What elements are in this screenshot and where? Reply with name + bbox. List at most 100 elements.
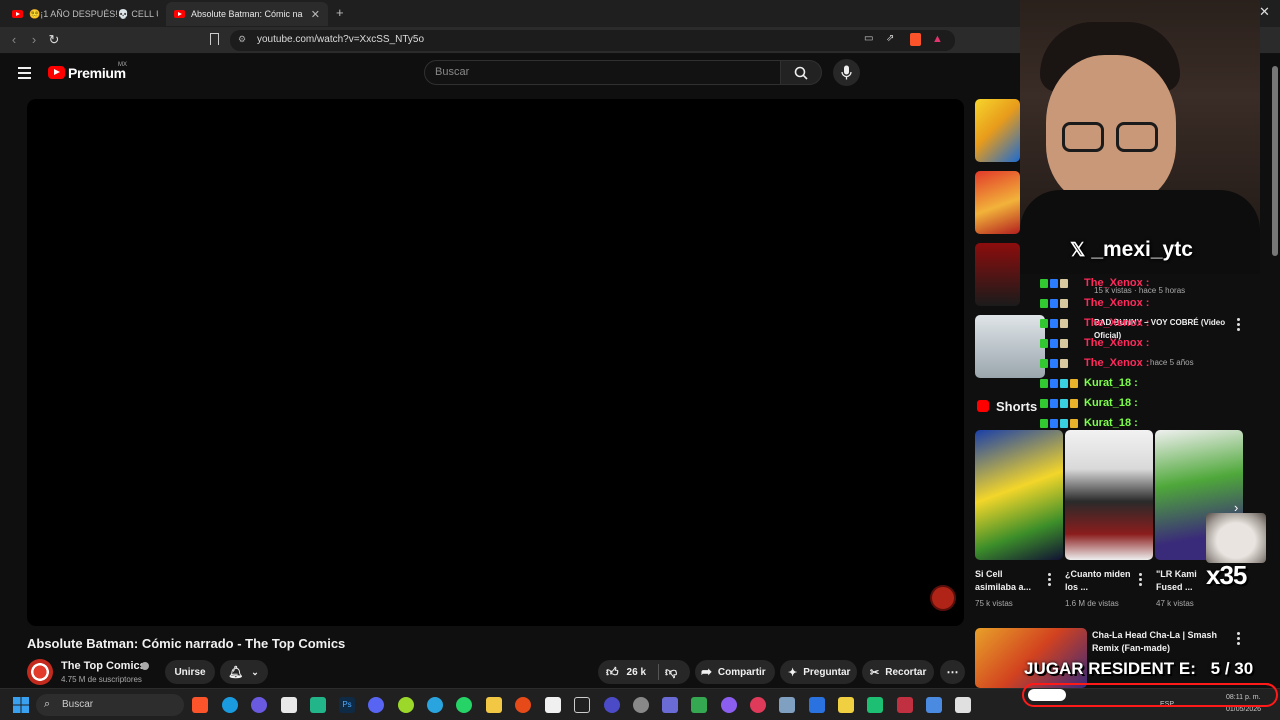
app-icon[interactable] (515, 697, 531, 713)
short-thumbnail[interactable] (1065, 430, 1153, 560)
channel-watermark-icon[interactable] (930, 585, 956, 611)
notifications-button[interactable]: 🔔︎ ⌄ (220, 660, 268, 684)
short-title[interactable]: Si Cell asimilaba a... (975, 568, 1045, 594)
short-views: 1.6 M de vistas (1065, 599, 1119, 608)
brave-browser-icon[interactable] (192, 697, 208, 713)
video-thumbnail[interactable] (975, 171, 1020, 234)
chat-line: The_Xenox : (1040, 294, 1149, 312)
join-button[interactable]: Unirse (165, 660, 215, 684)
menu-icon[interactable] (18, 64, 31, 82)
search-button[interactable] (781, 60, 822, 85)
more-icon[interactable] (1237, 632, 1240, 647)
app-icon[interactable] (545, 697, 561, 713)
chevron-down-icon: ⌄ (251, 666, 259, 677)
channel-avatar[interactable] (27, 659, 53, 685)
app-icon[interactable] (398, 697, 414, 713)
video-player[interactable] (27, 99, 964, 626)
photoshop-icon[interactable]: Ps (339, 697, 355, 713)
like-count[interactable]: 26 k (627, 667, 646, 678)
chat-badge-icon (1050, 338, 1058, 348)
share-button[interactable]: ➦ Compartir (695, 660, 775, 684)
dislike-icon[interactable]: 👎︎ (665, 665, 677, 680)
whatsapp-icon[interactable] (456, 697, 472, 713)
obs-icon[interactable] (633, 697, 649, 713)
video-thumbnail[interactable] (975, 99, 1020, 162)
app-icon[interactable] (721, 697, 737, 713)
bookmark-icon[interactable] (210, 33, 219, 45)
app-icon[interactable] (809, 697, 825, 713)
new-tab-button[interactable]: + (336, 5, 344, 20)
taskbar-search-input[interactable]: ⌕ Buscar (36, 694, 184, 716)
close-window-icon[interactable]: ✕ (1259, 4, 1270, 20)
app-icon[interactable] (926, 697, 942, 713)
clock-date[interactable]: 01/05/2026 (1226, 706, 1261, 713)
brave-shield-icon[interactable] (910, 33, 921, 46)
app-icon[interactable] (310, 697, 326, 713)
chat-username: The_Xenox : (1084, 277, 1150, 289)
close-tab-icon[interactable]: ✕ (311, 8, 320, 21)
forward-icon[interactable]: › (26, 32, 42, 47)
chat-badge-icon (1040, 278, 1048, 288)
short-thumbnail[interactable] (975, 430, 1063, 560)
share-page-icon[interactable]: ⇗ (886, 33, 894, 44)
chat-line: Kurat_18 : (1040, 374, 1138, 392)
tab-absolute-batman[interactable]: Absolute Batman: Cómic narrado ✕ (166, 2, 328, 26)
chat-badge-icon (1060, 318, 1068, 328)
goal-count: 5 / 30 (1210, 659, 1254, 678)
app-icon[interactable] (867, 697, 883, 713)
back-icon[interactable]: ‹ (6, 32, 22, 47)
chat-badge-icon (1070, 418, 1078, 428)
file-explorer-icon[interactable] (486, 697, 502, 713)
chat-badge-icon (1050, 318, 1058, 328)
like-icon[interactable]: 👍︎ (606, 665, 619, 680)
windows-start-icon[interactable] (13, 697, 29, 713)
more-icon[interactable] (1237, 318, 1240, 333)
chat-username: The_Xenox : (1084, 297, 1150, 309)
tab-cell-ultra[interactable]: 😵‍💫¡1 AÑO DESPUÉS!💀 CELL ULTRA (4, 2, 166, 26)
verified-icon (141, 662, 149, 670)
site-info-icon[interactable]: ⚙ (238, 34, 246, 45)
video-thumbnail[interactable] (975, 628, 1087, 688)
channel-name[interactable]: The Top Comics (61, 660, 146, 672)
chat-badge-icon (1060, 418, 1068, 428)
scrollbar-thumb[interactable] (1272, 66, 1278, 256)
app-icon[interactable] (955, 697, 971, 713)
chat-line: The_Xenox : (1040, 314, 1149, 332)
ask-button[interactable]: ✦ Preguntar (780, 660, 857, 684)
vivaldi-icon[interactable] (251, 697, 267, 713)
app-icon[interactable] (779, 697, 795, 713)
app-icon[interactable] (897, 697, 913, 713)
sticky-notes-icon[interactable] (838, 697, 854, 713)
url-field[interactable]: ⚙ youtube.com/watch?v=XxcSS_NTy5o ▭ ⇗ ▲ (230, 30, 955, 51)
more-actions-button[interactable]: ⋯ (940, 660, 965, 684)
telegram-icon[interactable] (427, 697, 443, 713)
page-scrollbar[interactable] (1270, 54, 1280, 688)
app-icon[interactable] (574, 697, 590, 713)
app-icon[interactable] (750, 697, 766, 713)
video-thumbnail[interactable] (975, 243, 1020, 306)
app-icon[interactable] (604, 697, 620, 713)
voice-search-button[interactable] (833, 59, 860, 86)
discord-icon[interactable] (368, 697, 384, 713)
edge-browser-icon[interactable] (222, 697, 238, 713)
chat-username: The_Xenox : (1084, 357, 1150, 369)
app-icon[interactable] (281, 697, 297, 713)
app-icon[interactable] (691, 697, 707, 713)
goal-progress-fill-top (1028, 689, 1066, 701)
brave-rewards-icon[interactable]: ▲ (932, 33, 943, 45)
short-title[interactable]: ¿Cuanto miden los ... (1065, 568, 1135, 594)
video-thumbnail[interactable] (975, 315, 1045, 378)
video-title[interactable]: Cha-La Head Cha-La | Smash Remix (Fan-ma… (1092, 629, 1222, 655)
more-icon[interactable] (1139, 573, 1142, 588)
cast-icon[interactable]: ▭ (864, 33, 873, 44)
app-icon[interactable] (662, 697, 678, 713)
search-icon (794, 66, 808, 80)
youtube-logo-icon[interactable] (48, 66, 65, 79)
search-input[interactable]: Buscar (424, 60, 781, 85)
chat-badge-icon (1060, 298, 1068, 308)
reload-icon[interactable]: ↻ (46, 32, 62, 48)
short-views: 75 k vistas (975, 599, 1013, 608)
clip-button[interactable]: ✂ Recortar (862, 660, 934, 684)
tab-title: 😵‍💫¡1 AÑO DESPUÉS!💀 CELL ULTRA (29, 8, 158, 19)
more-icon[interactable] (1048, 573, 1051, 588)
